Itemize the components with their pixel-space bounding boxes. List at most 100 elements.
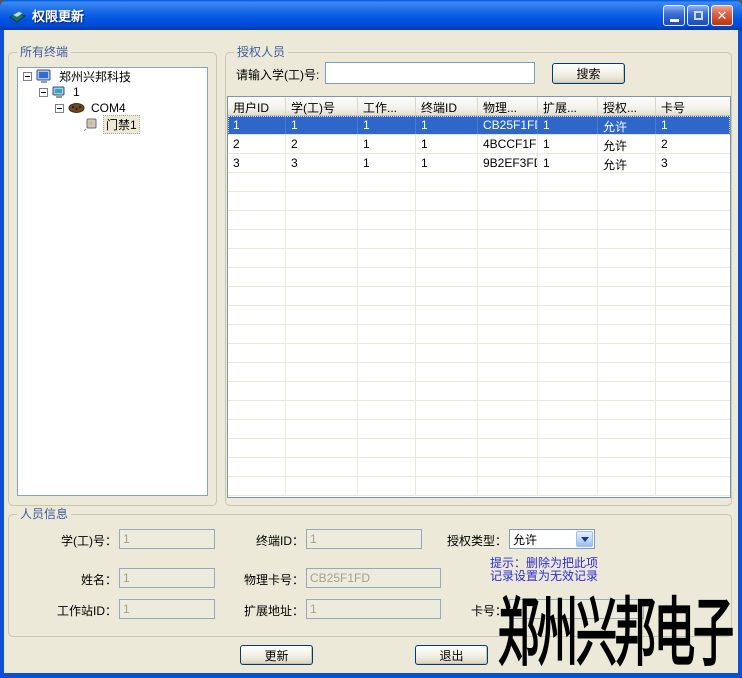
- table-cell: [598, 477, 656, 495]
- table-cell: [478, 287, 538, 305]
- table-row[interactable]: [228, 192, 730, 211]
- table-cell: [286, 401, 358, 419]
- table-header: 用户ID学(工)号工作...终端ID物理...扩展...授权...卡号: [228, 97, 730, 116]
- table-row[interactable]: [228, 325, 730, 344]
- table-cell: [538, 192, 598, 210]
- terminal-id-field: [306, 529, 422, 549]
- table-cell: [538, 363, 598, 381]
- minimize-button[interactable]: [663, 5, 685, 26]
- table-cell: [478, 306, 538, 324]
- search-label: 请输入学(工)号:: [236, 66, 319, 83]
- person-info-group-label: 人员信息: [17, 507, 71, 521]
- app-icon: [9, 8, 26, 23]
- table-cell: [358, 230, 416, 248]
- table-cell: 2: [286, 135, 358, 153]
- table-cell: 9B2EF3FD: [478, 154, 538, 172]
- table-cell: [538, 344, 598, 362]
- table-cell: [286, 268, 358, 286]
- table-cell: [416, 230, 478, 248]
- column-header[interactable]: 扩展...: [538, 97, 598, 115]
- table-cell: [656, 230, 731, 248]
- table-cell: [598, 287, 656, 305]
- table-row[interactable]: [228, 287, 730, 306]
- table-cell: [228, 211, 286, 229]
- table-cell: [538, 325, 598, 343]
- name-label: 姓名：: [34, 571, 117, 588]
- maximize-button[interactable]: [687, 5, 709, 26]
- student-id-field: [119, 529, 215, 549]
- table-row[interactable]: [228, 363, 730, 382]
- exit-button[interactable]: 退出: [415, 645, 488, 665]
- table-cell: 2: [656, 135, 731, 153]
- table-row[interactable]: 33119B2EF3FD1允许3: [228, 154, 730, 173]
- table-row[interactable]: [228, 420, 730, 439]
- name-field: [119, 568, 215, 588]
- table-row[interactable]: [228, 268, 730, 287]
- table-cell: [228, 439, 286, 457]
- close-button[interactable]: ✕: [711, 5, 733, 26]
- table-cell: [286, 306, 358, 324]
- table-cell: [416, 401, 478, 419]
- tree-item[interactable]: 门禁1: [18, 116, 207, 132]
- table-row[interactable]: [228, 211, 730, 230]
- table-cell: [228, 268, 286, 286]
- table-cell: [478, 477, 538, 495]
- table-cell: [286, 477, 358, 495]
- table-row[interactable]: [228, 382, 730, 401]
- title-bar[interactable]: 权限更新 ✕: [0, 0, 742, 30]
- table-row[interactable]: [228, 173, 730, 192]
- table-row[interactable]: [228, 477, 730, 496]
- table-row[interactable]: [228, 249, 730, 268]
- table-cell: [358, 382, 416, 400]
- table-cell: [656, 363, 731, 381]
- table-cell: [656, 211, 731, 229]
- column-header[interactable]: 授权...: [598, 97, 656, 115]
- table-cell: [358, 420, 416, 438]
- physical-card-field: [306, 568, 441, 588]
- update-button[interactable]: 更新: [240, 645, 313, 665]
- table-cell: [358, 249, 416, 267]
- search-input[interactable]: [325, 62, 535, 84]
- table-cell: [416, 306, 478, 324]
- table-row[interactable]: [228, 306, 730, 325]
- close-icon: ✕: [717, 9, 728, 22]
- column-header[interactable]: 终端ID: [416, 97, 478, 115]
- table-cell: [228, 287, 286, 305]
- table-row[interactable]: [228, 401, 730, 420]
- table-cell: [358, 458, 416, 476]
- tree-expander-icon[interactable]: [55, 104, 64, 113]
- table-cell: [598, 344, 656, 362]
- terminal-tree[interactable]: 郑州兴邦科技1COM4门禁1: [17, 67, 208, 496]
- table-row[interactable]: 1111CB25F1FD1允许1: [228, 116, 730, 135]
- column-header[interactable]: 学(工)号: [286, 97, 358, 115]
- table-cell: [538, 477, 598, 495]
- column-header[interactable]: 卡号: [656, 97, 731, 115]
- chevron-down-icon[interactable]: [576, 531, 593, 547]
- table-cell: [598, 439, 656, 457]
- tree-item[interactable]: 郑州兴邦科技: [18, 68, 207, 84]
- tree-expander-icon[interactable]: [23, 72, 32, 81]
- column-header[interactable]: 工作...: [358, 97, 416, 115]
- table-cell: [478, 211, 538, 229]
- tree-expander-icon[interactable]: [39, 88, 48, 97]
- workstation-id-field: [119, 599, 215, 619]
- tree-item[interactable]: 1: [18, 84, 207, 100]
- search-button[interactable]: 搜索: [552, 63, 625, 84]
- table-cell: [478, 458, 538, 476]
- tree-item-label: COM4: [89, 101, 128, 115]
- table-cell: [416, 173, 478, 191]
- tree-item-label: 门禁1: [103, 115, 140, 134]
- table-row[interactable]: [228, 458, 730, 477]
- table-cell: [358, 211, 416, 229]
- column-header[interactable]: 物理...: [478, 97, 538, 115]
- table-row[interactable]: 22114BCCF1FD1允许2: [228, 135, 730, 154]
- table-row[interactable]: [228, 439, 730, 458]
- table-row[interactable]: [228, 344, 730, 363]
- table-cell: [416, 249, 478, 267]
- column-header[interactable]: 用户ID: [228, 97, 286, 115]
- table-row[interactable]: [228, 230, 730, 249]
- table-cell: [598, 306, 656, 324]
- table-cell: [598, 382, 656, 400]
- table-cell: [416, 325, 478, 343]
- auth-type-select[interactable]: 允许: [509, 529, 595, 549]
